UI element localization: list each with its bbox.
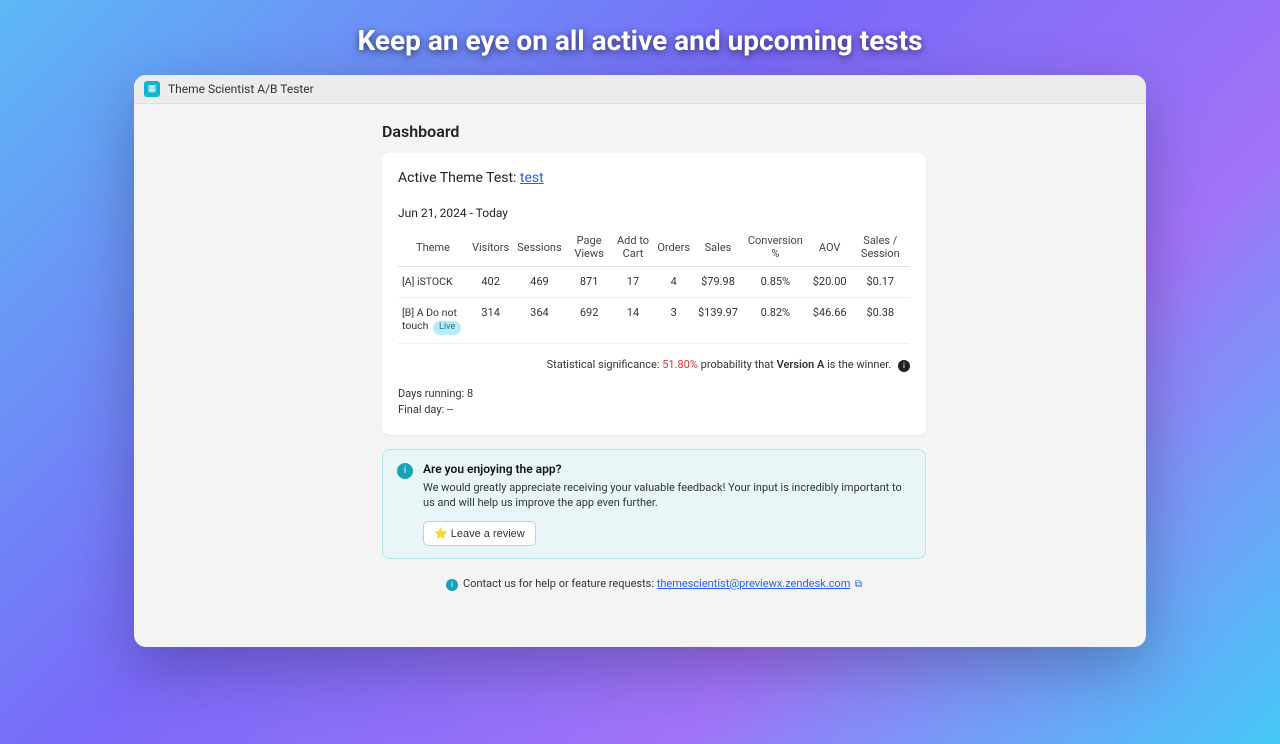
table-row: [B] A Do not touch Live314364692143$139.…: [398, 297, 910, 343]
col-visitors: Visitors: [468, 228, 513, 267]
cell-page_views: 871: [566, 267, 613, 298]
days-running: Days running: 8: [398, 386, 910, 403]
cell-aov: $20.00: [809, 267, 851, 298]
live-badge: Live: [433, 321, 461, 335]
titlebar: ▦ Theme Scientist A/B Tester: [134, 75, 1146, 104]
col-theme: Theme: [398, 228, 468, 267]
contact-email-link[interactable]: themescientist@previewx.zendesk.com: [657, 577, 851, 590]
col-sales: Sales: [694, 228, 742, 267]
review-card: i Are you enjoying the app? We would gre…: [382, 449, 926, 559]
hero-title: Keep an eye on all active and upcoming t…: [0, 24, 1280, 57]
cell-sales_session: $0.17: [851, 267, 910, 298]
review-title: Are you enjoying the app?: [423, 462, 911, 476]
col-addtocart: Add to Cart: [613, 228, 654, 267]
col-conversion: Conversion %: [742, 228, 809, 267]
external-link-icon: ⧉: [852, 579, 862, 590]
results-table: Theme Visitors Sessions Page Views Add t…: [398, 228, 910, 344]
sig-prefix: Statistical significance:: [547, 358, 663, 371]
active-test-label: Active Theme Test:: [398, 170, 520, 186]
app-window: ▦ Theme Scientist A/B Tester Dashboard A…: [134, 75, 1146, 647]
cell-conversion: 0.85%: [742, 267, 809, 298]
contact-row: i Contact us for help or feature requests…: [382, 577, 926, 591]
cell-page_views: 692: [566, 297, 613, 343]
cell-sessions: 469: [513, 267, 565, 298]
cell-visitors: 402: [468, 267, 513, 298]
cell-sales: $139.97: [694, 297, 742, 343]
col-pageviews: Page Views: [566, 228, 613, 267]
cell-add_to_cart: 14: [613, 297, 654, 343]
cell-add_to_cart: 17: [613, 267, 654, 298]
significance-row: Statistical significance: 51.80% probabi…: [398, 358, 910, 372]
cell-visitors: 314: [468, 297, 513, 343]
cell-theme: [A] iSTOCK: [398, 267, 468, 298]
cell-sessions: 364: [513, 297, 565, 343]
sig-pct: 51.80%: [662, 358, 698, 371]
cell-orders: 4: [653, 267, 694, 298]
leave-review-button[interactable]: ⭐ Leave a review: [423, 521, 536, 546]
sig-winner: Version A: [777, 358, 825, 371]
cell-sales_session: $0.38: [851, 297, 910, 343]
col-salessession: Sales / Session: [851, 228, 910, 267]
active-test-link[interactable]: test: [520, 170, 544, 186]
app-icon: ▦: [144, 81, 160, 97]
cell-conversion: 0.82%: [742, 297, 809, 343]
date-range: Jun 21, 2024 - Today: [398, 206, 910, 220]
cell-aov: $46.66: [809, 297, 851, 343]
sig-mid: probability that: [698, 358, 777, 371]
col-aov: AOV: [809, 228, 851, 267]
sig-suffix: is the winner.: [824, 358, 891, 371]
info-icon: i: [397, 463, 413, 479]
cell-theme: [B] A Do not touch Live: [398, 297, 468, 343]
contact-prefix: Contact us for help or feature requests:: [463, 577, 657, 590]
info-icon[interactable]: i: [898, 360, 910, 372]
col-orders: Orders: [653, 228, 694, 267]
final-day: Final day: --: [398, 402, 910, 419]
col-sessions: Sessions: [513, 228, 565, 267]
meta-info: Days running: 8 Final day: --: [398, 386, 910, 419]
info-icon: i: [446, 579, 458, 591]
app-name: Theme Scientist A/B Tester: [168, 82, 314, 96]
cell-sales: $79.98: [694, 267, 742, 298]
active-test-card: Active Theme Test: test Jun 21, 2024 - T…: [382, 153, 926, 435]
page-title: Dashboard: [382, 122, 926, 141]
review-body: We would greatly appreciate receiving yo…: [423, 480, 911, 511]
table-row: [A] iSTOCK 402469871174$79.980.85%$20.00…: [398, 267, 910, 298]
cell-orders: 3: [653, 297, 694, 343]
